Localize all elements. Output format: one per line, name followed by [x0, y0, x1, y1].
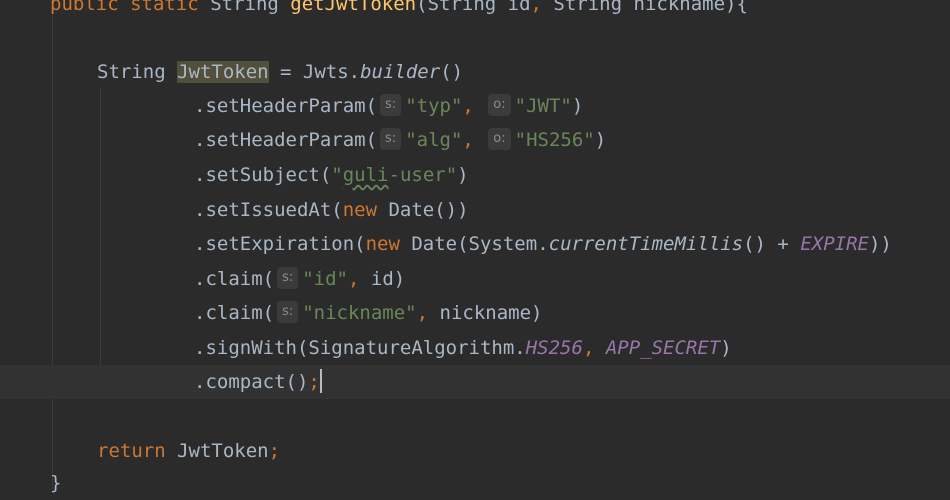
comma: , [582, 337, 595, 359]
string-literal: "alg" [405, 129, 463, 151]
constructor-call: Date()) [377, 199, 469, 221]
string-literal: "HS256" [514, 129, 595, 151]
method-call: .setSubject( [194, 164, 332, 186]
brace: ){ [725, 0, 748, 15]
text-cursor [319, 368, 322, 393]
comma: , [462, 95, 474, 117]
method-name: getJwtToken [290, 0, 417, 15]
code-line-claim-id[interactable]: .claim(s: "id", id) [0, 262, 950, 296]
method-call: .compact() [194, 371, 309, 393]
param-hint: s: [380, 127, 402, 150]
code-line-compact-current[interactable]: .compact(); [0, 365, 950, 399]
code-line-header-typ[interactable]: .setHeaderParam(s: "typ", o: "JWT") [0, 89, 950, 123]
method-call: .setHeaderParam( [194, 95, 378, 117]
keyword: return [97, 440, 166, 462]
method-call: .setHeaderParam( [194, 129, 378, 151]
variable: JwtToken [165, 440, 269, 462]
method-call: builder [360, 61, 441, 83]
keyword: new [342, 199, 378, 221]
param-hint: o: [488, 127, 511, 150]
code-line-sign-with[interactable]: .signWith(SignatureAlgorithm.HS256, APP_… [0, 331, 950, 365]
parens: ) [720, 337, 732, 359]
comma: , [348, 268, 360, 290]
code-line-method-signature[interactable]: public static String getJwtToken(String … [0, 0, 950, 21]
constant: APP_SECRET [605, 337, 721, 359]
string-literal: "typ" [405, 95, 463, 117]
method-call: .claim( [194, 302, 275, 324]
keyword: public [50, 0, 119, 15]
string-literal: " [331, 164, 343, 186]
brace: } [50, 472, 62, 494]
constructor-call: Date(System. [399, 233, 549, 255]
param-hint: s: [380, 93, 402, 116]
type: String [210, 0, 279, 15]
code-line-header-alg[interactable]: .setHeaderParam(s: "alg", o: "HS256") [0, 123, 950, 157]
constant: HS256 [525, 337, 583, 359]
constant: EXPIRE [800, 233, 869, 255]
code-line-declaration[interactable]: String JwtToken = Jwts.builder() [0, 55, 950, 89]
param-name: id [507, 0, 531, 15]
keyword: new [365, 233, 400, 255]
code-line-subject[interactable]: .setSubject("guli-user") [0, 158, 950, 192]
param-type: String [541, 0, 634, 15]
string-literal: -user" [388, 164, 458, 186]
code-editor[interactable]: public static String getJwtToken(String … [0, 0, 950, 494]
spellcheck-word: guli [342, 164, 389, 186]
static-method: currentTimeMillis [548, 233, 744, 255]
parens: ) [457, 164, 469, 186]
argument: id) [359, 268, 406, 290]
method-call: .setIssuedAt( [194, 199, 343, 221]
method-call: .setExpiration( [194, 233, 366, 255]
operator: () + [743, 233, 801, 255]
string-literal: "id" [302, 268, 348, 290]
type: String [97, 61, 178, 83]
string-literal: "nickname" [302, 302, 417, 324]
code-line-claim-nickname[interactable]: .claim(s: "nickname", nickname) [0, 296, 950, 330]
param-name: nickname [633, 0, 726, 15]
param-type: (String [416, 0, 508, 15]
comma: , [416, 302, 429, 324]
string-literal: "JWT" [514, 95, 572, 117]
variable-highlighted: JwtToken [177, 61, 269, 83]
parens: ) [571, 95, 584, 117]
param-hint: s: [277, 300, 299, 323]
comma: , [462, 129, 474, 151]
semicolon: ; [308, 371, 320, 393]
argument: nickname) [428, 302, 543, 324]
operator: = Jwts. [268, 61, 361, 83]
code-line-issued-at[interactable]: .setIssuedAt(new Date()) [0, 193, 950, 227]
code-line-expiration[interactable]: .setExpiration(new Date(System.currentTi… [0, 227, 950, 261]
code-line-return[interactable]: return JwtToken; [0, 434, 950, 468]
method-call: .signWith(SignatureAlgorithm. [194, 337, 526, 359]
comma: , [530, 0, 542, 15]
parens: )) [868, 233, 892, 255]
param-hint: s: [277, 266, 299, 289]
keyword: static [130, 0, 199, 15]
code-line-closing-brace[interactable]: } [0, 466, 950, 500]
parens: () [440, 61, 464, 83]
parens: ) [594, 129, 607, 151]
method-call: .claim( [194, 268, 275, 290]
param-hint: o: [488, 93, 511, 116]
semicolon: ; [268, 440, 281, 462]
